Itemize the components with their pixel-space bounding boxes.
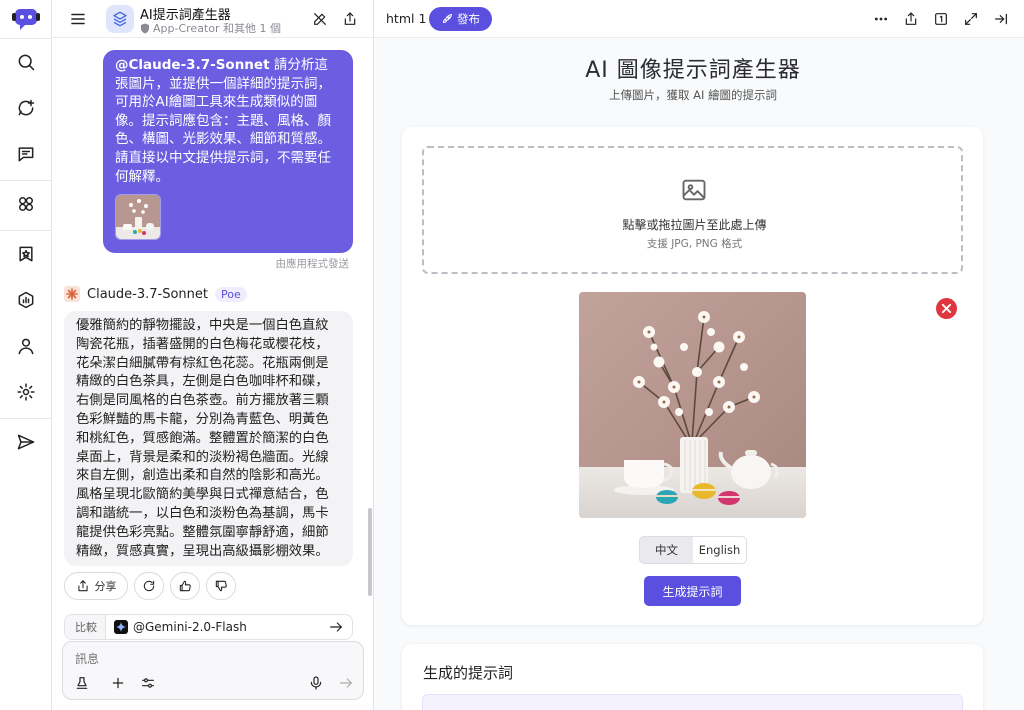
preview-pane: html 1 發布 AI 圖像提示詞產生器 上傳圖片，獲取 AI 繪圖的提示詞 [374, 0, 1024, 710]
preview-header: html 1 發布 [374, 0, 1024, 38]
share-button[interactable]: 分享 [64, 572, 128, 600]
search-icon[interactable] [8, 44, 44, 80]
new-chat-icon[interactable] [8, 90, 44, 126]
settings-gear-icon[interactable] [8, 374, 44, 410]
bot-subtitle[interactable]: App-Creator 和其他 1 個 [140, 20, 281, 36]
edit-icon[interactable] [312, 11, 328, 27]
microphone-icon[interactable] [308, 675, 324, 691]
poe-badge: Poe [214, 286, 247, 302]
dropzone-text: 點擊或拖拉圖片至此處上傳 [622, 218, 767, 232]
send-arrow-icon[interactable] [338, 675, 354, 691]
app-title: AI 圖像提示詞產生器 [585, 58, 801, 83]
poe-logo-icon[interactable] [12, 6, 40, 32]
arrow-right-icon[interactable] [328, 619, 344, 635]
uploaded-image-preview [579, 292, 806, 518]
compare-bot-row[interactable]: 比較 @Gemini-2.0-Flash [64, 614, 353, 640]
share-label: 分享 [94, 580, 117, 593]
shield-icon [141, 23, 149, 33]
bot-avatar[interactable] [106, 5, 134, 33]
analytics-icon[interactable] [8, 282, 44, 318]
claude-logo-icon [64, 286, 80, 302]
user-message-text: 請分析這張圖片，並提供一個詳細的提示詞，可用於AI繪圖工具來生成類似的圖像。提示… [115, 57, 331, 185]
collapse-panel-icon[interactable] [993, 11, 1009, 27]
publish-button[interactable]: 發布 [429, 7, 492, 31]
chat-panel: AI提示詞產生器 App-Creator 和其他 1 個 @Claude-3.7… [52, 0, 374, 710]
dislike-button[interactable] [206, 572, 236, 600]
chats-icon[interactable] [8, 136, 44, 172]
compare-bot-name: @Gemini-2.0-Flash [133, 620, 247, 634]
lang-option-english[interactable]: English [693, 537, 746, 563]
thumbs-down-icon [215, 580, 227, 592]
file-name[interactable]: html 1 [386, 11, 426, 26]
result-title: 生成的提示詞 [423, 664, 514, 682]
publish-label: 發布 [457, 12, 480, 26]
thumbs-up-icon [179, 580, 191, 592]
lang-option-chinese[interactable]: 中文 [640, 537, 693, 563]
bot-name-row: Claude-3.7-Sonnet Poe [64, 286, 247, 302]
refresh-icon [143, 580, 155, 592]
share-icon[interactable] [342, 11, 358, 27]
share-icon[interactable] [903, 11, 919, 27]
close-icon [941, 303, 952, 314]
image-icon [680, 176, 708, 204]
language-toggle: 中文 English [639, 536, 747, 564]
bot-reply-bubble: 優雅簡約的靜物擺設，中央是一個白色直紋陶瓷花瓶，插著盛開的白色梅花或櫻花枝，花朵… [64, 311, 353, 566]
retry-button[interactable] [134, 572, 164, 600]
plus-icon[interactable] [110, 675, 126, 691]
eraser-icon[interactable] [74, 675, 90, 691]
message-actions: 分享 [64, 572, 236, 600]
version-icon[interactable] [933, 11, 949, 27]
remove-image-button[interactable] [936, 298, 957, 319]
rocket-icon [443, 14, 452, 23]
expand-icon[interactable] [963, 11, 979, 27]
app-body: AI 圖像提示詞產生器 上傳圖片，獲取 AI 繪圖的提示詞 點擊或拖拉圖片至此處… [374, 38, 1024, 710]
sliders-icon[interactable] [140, 675, 156, 691]
attached-image-thumbnail[interactable] [115, 194, 161, 240]
share-icon [77, 580, 88, 592]
upload-dropzone[interactable]: 點擊或拖拉圖片至此處上傳 支援 JPG, PNG 格式 [422, 146, 963, 274]
more-options-icon[interactable] [873, 11, 889, 27]
explore-bots-icon[interactable] [8, 186, 44, 222]
bot-name[interactable]: Claude-3.7-Sonnet [87, 287, 208, 302]
bot-mention[interactable]: @Claude-3.7-Sonnet [115, 57, 270, 73]
gemini-logo-icon [114, 620, 128, 634]
message-input[interactable] [75, 652, 335, 666]
sent-via-label: 由應用程式發送 [275, 258, 350, 270]
compare-label: 比較 [65, 615, 106, 639]
app-subtitle: 上傳圖片，獲取 AI 繪圖的提示詞 [608, 88, 778, 102]
user-message-bubble: @Claude-3.7-Sonnet 請分析這張圖片，並提供一個詳細的提示詞，可… [103, 50, 353, 253]
like-button[interactable] [170, 572, 200, 600]
upload-card: 點擊或拖拉圖片至此處上傳 支援 JPG, PNG 格式 中文 English 生… [402, 127, 983, 625]
bookmark-star-icon[interactable] [8, 236, 44, 272]
send-feedback-icon[interactable] [8, 424, 44, 460]
dropzone-formats: 支援 JPG, PNG 格式 [646, 238, 743, 250]
generate-prompt-button[interactable]: 生成提示詞 [644, 576, 741, 606]
menu-icon[interactable] [70, 11, 86, 27]
chat-header: AI提示詞產生器 App-Creator 和其他 1 個 [52, 0, 374, 38]
message-composer [62, 641, 364, 700]
result-card: 生成的提示詞 [402, 644, 983, 710]
profile-icon[interactable] [8, 328, 44, 364]
result-output-box[interactable] [422, 694, 963, 710]
bot-subtitle-text: App-Creator 和其他 1 個 [153, 22, 281, 35]
chat-scrollbar[interactable] [368, 508, 372, 596]
icon-rail [0, 0, 52, 710]
